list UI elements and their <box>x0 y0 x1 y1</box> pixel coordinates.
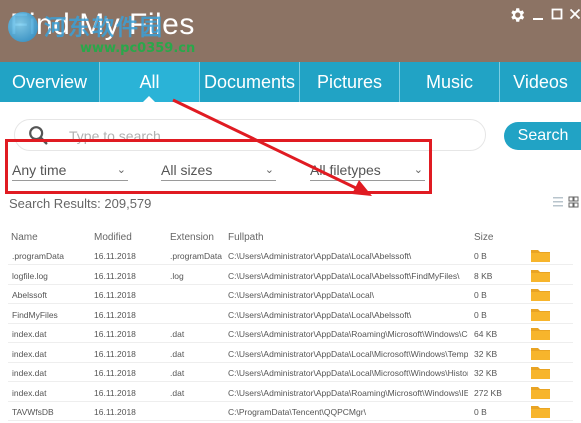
folder-icon[interactable] <box>531 287 550 301</box>
watermark-logo-icon <box>8 12 38 42</box>
table-row[interactable]: index.dat 16.11.2018 .dat C:\Users\Administ… <box>8 363 573 382</box>
column-header-extension[interactable]: Extension <box>170 232 214 243</box>
gear-icon[interactable] <box>508 6 526 27</box>
watermark-url: www.pc0359.cn <box>80 41 196 56</box>
grid-view-icon[interactable] <box>568 196 579 208</box>
cell-name: index.dat <box>12 368 47 378</box>
table-row[interactable]: FindMyFiles 16.11.2018 C:\Users\Administra… <box>8 305 573 324</box>
folder-icon[interactable] <box>531 365 550 379</box>
search-button[interactable]: Search <box>504 122 581 150</box>
cell-fullpath: C:\Users\Administrator\AppData\Roaming\M… <box>228 329 468 339</box>
cell-modified: 16.11.2018 <box>94 309 136 320</box>
tab-pictures[interactable]: Pictures <box>300 62 400 102</box>
folder-icon[interactable] <box>531 346 550 360</box>
cell-modified: 16.11.2018 <box>94 329 136 339</box>
cell-size: 64 KB <box>474 329 498 339</box>
cell-size: 32 KB <box>474 368 498 378</box>
cell-fullpath: C:\Users\Administrator\AppData\Local\ <box>228 290 374 300</box>
cell-extension: .dat <box>170 329 185 339</box>
table-row[interactable]: Abelssoft 16.11.2018 C:\Users\Administrato… <box>8 285 573 304</box>
cell-fullpath: C:\Users\Administrator\AppData\Local\Abe… <box>228 309 412 320</box>
cell-modified: 16.11.2018 <box>94 251 136 261</box>
watermark-text: 河东软件园 <box>44 16 165 41</box>
folder-icon[interactable] <box>531 248 550 262</box>
column-header-modified[interactable]: Modified <box>94 232 132 243</box>
folder-icon[interactable] <box>531 307 550 321</box>
cell-name: logfile.log <box>12 270 48 281</box>
cell-extension: .log <box>170 270 184 281</box>
cell-fullpath: C:\Users\Administrator\AppData\Local\Mic… <box>228 368 468 378</box>
cell-fullpath: C:\Users\Administrator\AppData\Local\Mic… <box>228 348 468 359</box>
folder-icon[interactable] <box>531 268 550 282</box>
cell-extension: .dat <box>170 387 185 398</box>
table-row[interactable]: TAVWfsDB 16.11.2018 C:\ProgramData\Tencent… <box>8 402 573 421</box>
table-row[interactable]: index.dat 16.11.2018 .dat C:\Users\Administ… <box>8 324 573 343</box>
cell-modified: 16.11.2018 <box>94 270 136 281</box>
view-toggle <box>553 196 579 211</box>
tab-overview[interactable]: Overview <box>0 62 100 102</box>
results-count: 209,579 <box>104 196 152 211</box>
cell-size: 0 B <box>474 290 487 300</box>
table-row[interactable]: .programData 16.11.2018 .programData C:\Use… <box>8 246 573 265</box>
close-icon[interactable] <box>569 6 581 25</box>
folder-icon[interactable] <box>531 385 550 399</box>
column-header-name[interactable]: Name <box>11 232 38 243</box>
cell-size: 0 B <box>474 309 487 320</box>
cell-modified: 16.11.2018 <box>94 368 136 378</box>
cell-name: index.dat <box>12 348 47 359</box>
cell-size: 272 KB <box>474 387 502 398</box>
cell-fullpath: C:\ProgramData\Tencent\QQPCMgr\ <box>228 407 366 417</box>
cell-modified: 16.11.2018 <box>94 348 136 359</box>
table-row[interactable]: index.dat 16.11.2018 .dat C:\Users\Administ… <box>8 344 573 363</box>
cell-extension: .dat <box>170 348 185 359</box>
column-header-size[interactable]: Size <box>474 232 493 243</box>
cell-modified: 16.11.2018 <box>94 387 136 398</box>
table-row[interactable]: index.dat 16.11.2018 .dat C:\Users\Administ… <box>8 383 573 402</box>
folder-icon[interactable] <box>531 404 550 418</box>
cell-extension: .dat <box>170 368 185 378</box>
search-results-summary: Search Results: 209,579 <box>9 196 151 211</box>
cell-name: index.dat <box>12 329 47 339</box>
title-bar: Find My Files 河东软件园 www.pc0359.cn <box>0 0 581 62</box>
tab-videos[interactable]: Videos <box>500 62 581 102</box>
cell-fullpath: C:\Users\Administrator\AppData\Local\Abe… <box>228 270 460 281</box>
cell-fullpath: C:\Users\Administrator\AppData\Roaming\M… <box>228 387 468 398</box>
tab-music[interactable]: Music <box>400 62 500 102</box>
cell-size: 0 B <box>474 251 487 261</box>
annotation-highlight-box <box>5 139 432 194</box>
cell-size: 32 KB <box>474 348 498 359</box>
cell-name: FindMyFiles <box>12 309 58 320</box>
cell-name: Abelssoft <box>12 290 47 300</box>
cell-extension: .programData <box>170 251 222 261</box>
column-header-fullpath[interactable]: Fullpath <box>228 232 264 243</box>
minimize-icon[interactable] <box>532 6 544 25</box>
list-view-icon[interactable] <box>553 197 563 207</box>
cell-size: 8 KB <box>474 270 493 281</box>
maximize-icon[interactable] <box>551 6 563 25</box>
cell-name: TAVWfsDB <box>12 407 54 417</box>
folder-icon[interactable] <box>531 326 550 340</box>
cell-modified: 16.11.2018 <box>94 290 136 300</box>
table-row[interactable]: logfile.log 16.11.2018 .log C:\Users\Admini… <box>8 266 573 285</box>
active-tab-indicator <box>142 96 156 103</box>
cell-name: .programData <box>12 251 64 261</box>
tab-documents[interactable]: Documents <box>200 62 300 102</box>
cell-fullpath: C:\Users\Administrator\AppData\Local\Abe… <box>228 251 412 261</box>
results-label: Search Results: <box>9 196 101 211</box>
cell-size: 0 B <box>474 407 487 417</box>
cell-modified: 16.11.2018 <box>94 407 136 417</box>
cell-name: index.dat <box>12 387 47 398</box>
tab-bar: Overview All Documents Pictures Music Vi… <box>0 62 581 102</box>
